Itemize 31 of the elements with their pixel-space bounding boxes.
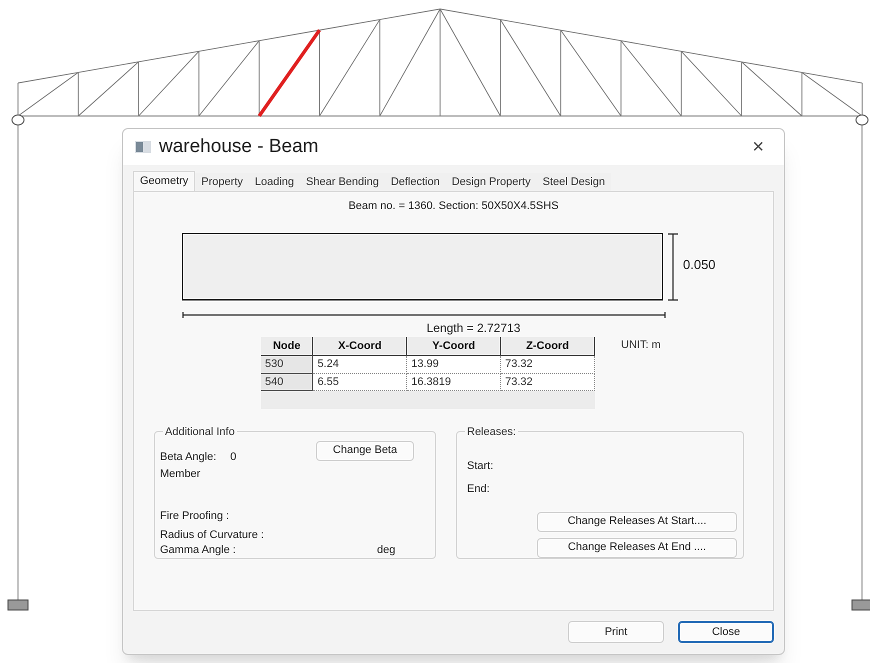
table-cell: 540 — [261, 373, 313, 390]
fire-proofing-label: Fire Proofing : — [160, 508, 230, 524]
change-beta-button[interactable]: Change Beta — [316, 440, 414, 460]
window-title: warehouse - Beam — [159, 134, 318, 159]
table-cell: 6.55 — [312, 373, 407, 390]
length-label: Length = 2.72713 — [426, 320, 520, 336]
table-cell: 16.3819 — [406, 373, 501, 390]
close-button[interactable]: × — [744, 137, 772, 157]
beta-angle-label: Beta Angle: — [160, 450, 216, 464]
print-button[interactable]: Print — [568, 621, 664, 643]
depth-value: 0.050 — [683, 256, 716, 274]
member-label: Member — [160, 466, 200, 482]
close-dialog-button[interactable]: Close — [678, 621, 774, 643]
table-cell: 73.32 — [500, 356, 594, 373]
table-cell: 530 — [261, 356, 313, 373]
unit-label: UNIT: m — [621, 338, 661, 352]
start-label: Start: — [467, 458, 494, 474]
beam-info-text: Beam no. = 1360. Section: 50X50X4.5SHS — [348, 199, 559, 214]
tab[interactable]: Geometry — [133, 171, 196, 191]
table-cell: 73.32 — [500, 373, 594, 390]
change-releases-button[interactable]: Change Releases At End .... — [537, 538, 737, 558]
radius-label: Radius of Curvature : — [160, 528, 264, 542]
end-label: End: — [467, 482, 490, 496]
height-dimension-line — [667, 232, 679, 300]
beta-angle-value: 0 — [230, 450, 236, 464]
gamma-unit-label: deg — [377, 542, 396, 558]
table-cell: 13.99 — [406, 356, 501, 373]
gamma-angle-label: Gamma Angle : — [160, 542, 236, 558]
app-icon — [135, 141, 151, 153]
table-cell: 5.24 — [312, 356, 407, 373]
change-releases-button[interactable]: Change Releases At Start.... — [537, 512, 737, 532]
